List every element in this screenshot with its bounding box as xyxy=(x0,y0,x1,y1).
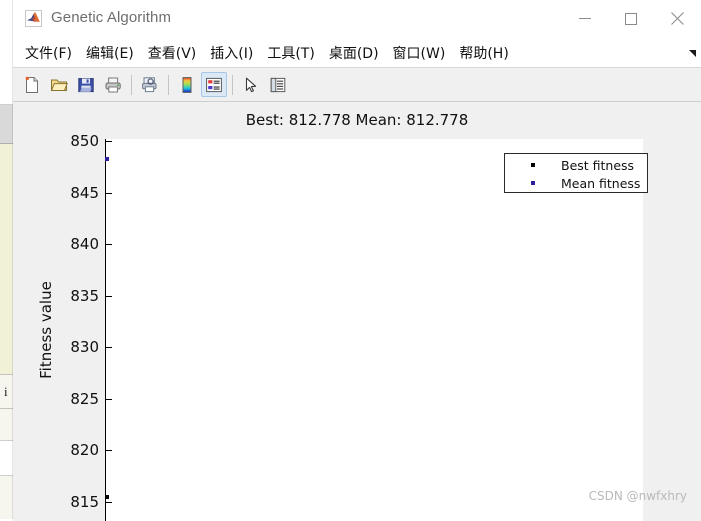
y-tick-mark xyxy=(106,295,112,297)
toolbar-separator xyxy=(131,74,132,95)
menu-bar: 文件(F) 编辑(E) 查看(V) 插入(I) 工具(T) 桌面(D) 窗口(W… xyxy=(13,38,701,68)
y-tick-label: 825 xyxy=(70,389,99,408)
genetic-algorithm-figure-window: Genetic Algorithm 文件(F) 编辑(E) 查看(V) 插入(I… xyxy=(13,0,701,521)
printer-icon[interactable] xyxy=(100,72,126,97)
menu-item-help[interactable]: 帮助(H) xyxy=(452,40,515,66)
window-title: Genetic Algorithm xyxy=(51,9,172,26)
y-tick-mark xyxy=(106,244,112,245)
menu-item-file[interactable]: 文件(F) xyxy=(18,40,79,66)
save-disk-icon[interactable] xyxy=(73,72,99,97)
legend-marker-icon xyxy=(531,163,535,167)
property-inspector-icon[interactable] xyxy=(265,72,291,97)
chevron-overflow-icon[interactable] xyxy=(687,47,699,59)
minimize-button[interactable] xyxy=(562,0,608,37)
y-tick-label: 850 xyxy=(70,132,99,150)
y-axis-label: Fitness value xyxy=(37,281,55,379)
legend-marker-icon xyxy=(531,181,535,185)
figure-canvas: Best: 812.778 Mean: 812.778 Fitness valu… xyxy=(13,102,701,521)
y-tick-mark xyxy=(106,347,112,348)
print-preview-icon[interactable] xyxy=(137,72,163,97)
plot-legend[interactable]: Best fitness Mean fitness xyxy=(504,153,648,193)
legend-label: Mean fitness xyxy=(561,175,641,191)
menu-item-window[interactable]: 窗口(W) xyxy=(386,40,453,66)
data-point-mean-fitness xyxy=(105,157,109,161)
toolbar-separator xyxy=(232,74,233,95)
y-tick-label: 835 xyxy=(70,286,99,305)
arrow-pointer-icon[interactable] xyxy=(238,72,264,97)
minimize-icon xyxy=(579,18,591,19)
data-point-best-fitness xyxy=(105,495,109,499)
maximize-button[interactable] xyxy=(608,0,654,37)
menu-item-insert[interactable]: 插入(I) xyxy=(203,40,260,66)
y-tick-label: 840 xyxy=(70,235,99,253)
menu-item-desktop[interactable]: 桌面(D) xyxy=(322,40,386,66)
y-tick-mark xyxy=(106,141,112,142)
menu-item-view[interactable]: 查看(V) xyxy=(141,40,204,66)
y-tick-mark xyxy=(106,450,112,451)
plot-title: Best: 812.778 Mean: 812.778 xyxy=(245,111,469,129)
legend-label: Best fitness xyxy=(561,157,635,173)
menu-item-edit[interactable]: 编辑(E) xyxy=(79,40,141,66)
y-tick-label: 820 xyxy=(70,441,99,459)
close-button[interactable] xyxy=(654,0,700,37)
toolbar-separator xyxy=(168,74,169,95)
watermark-text: CSDN @nwfxhry xyxy=(588,489,687,503)
y-tick-mark xyxy=(106,398,112,400)
new-document-icon[interactable] xyxy=(19,72,45,97)
y-tick-label: 815 xyxy=(70,492,99,511)
y-tick-mark xyxy=(106,501,112,503)
legend-icon[interactable] xyxy=(201,72,227,97)
figure-toolbar xyxy=(13,68,701,102)
legend-entry-best-fitness: Best fitness xyxy=(505,156,647,174)
background-window-text: i xyxy=(4,384,8,399)
menu-item-tools[interactable]: 工具(T) xyxy=(260,40,321,66)
y-tick-label: 830 xyxy=(70,338,99,356)
y-tick-mark xyxy=(106,192,112,194)
close-icon xyxy=(670,12,684,26)
maximize-icon xyxy=(625,12,637,25)
colorbar-icon[interactable] xyxy=(174,72,200,97)
y-tick-label: 845 xyxy=(70,183,99,202)
legend-entry-mean-fitness: Mean fitness xyxy=(505,174,647,192)
matlab-logo-icon xyxy=(25,10,42,27)
open-folder-icon[interactable] xyxy=(46,72,72,97)
title-bar: Genetic Algorithm xyxy=(13,0,701,38)
plot-axes[interactable]: 850 845 840 835 830 825 820 815 Best fit… xyxy=(70,132,648,521)
